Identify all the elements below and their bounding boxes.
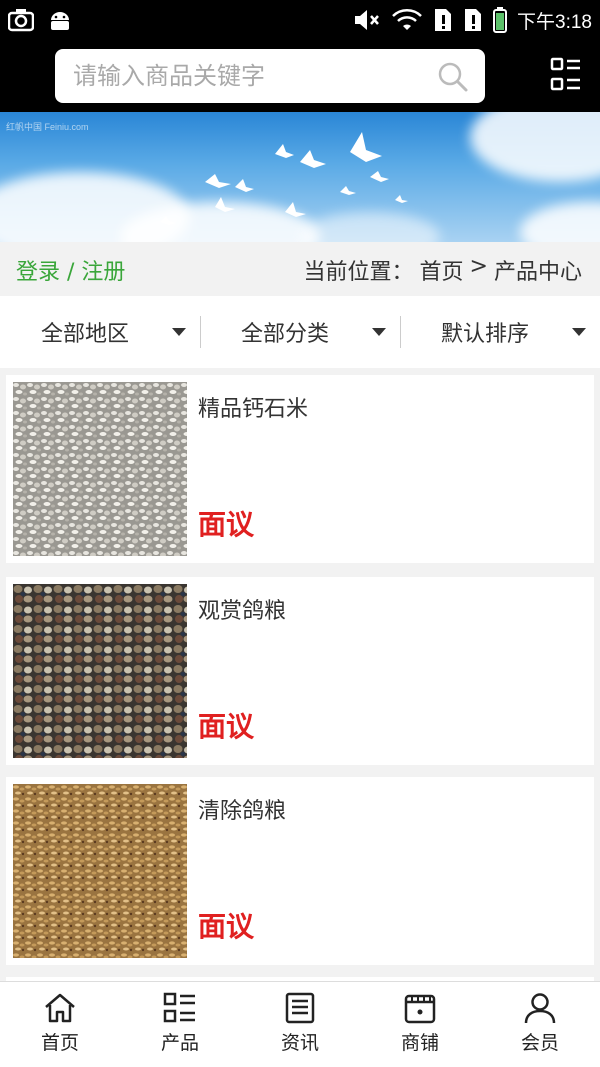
product-price: 面议 <box>198 508 255 541</box>
breadcrumb-separator: > <box>469 254 488 279</box>
mute-icon <box>355 10 379 30</box>
wifi-icon <box>392 9 422 30</box>
filter-sort-dropdown[interactable]: 默认排序 <box>400 296 600 368</box>
filter-region-dropdown[interactable]: 全部地区 <box>0 296 200 368</box>
category-menu-icon[interactable] <box>550 57 582 93</box>
banner-watermark: 红帆中国 Feiniu.com <box>6 122 89 132</box>
screenshot-icon <box>8 9 34 32</box>
breadcrumb-bar: 登录 / 注册 当前位置： 首页 > 产品中心 <box>0 242 600 296</box>
product-price: 面议 <box>198 710 255 743</box>
status-time: 下午3:18 <box>517 11 592 33</box>
tab-member-label: 会员 <box>520 1032 559 1054</box>
sim-icon-2 <box>465 9 482 31</box>
breadcrumb-home-link[interactable]: 首页 <box>420 254 464 286</box>
product-image[interactable] <box>13 584 187 758</box>
caret-down-icon <box>572 328 586 336</box>
tab-stores-label: 商铺 <box>400 1032 439 1054</box>
filter-bar: 全部地区 全部分类 默认排序 <box>0 296 600 368</box>
login-register-link[interactable]: 登录 / 注册 <box>16 254 125 286</box>
filter-category-dropdown[interactable]: 全部分类 <box>200 296 400 368</box>
product-price: 面议 <box>198 910 255 943</box>
product-image[interactable] <box>13 382 187 556</box>
product-image[interactable] <box>13 784 187 958</box>
status-bar: 下午3:18 <box>0 0 600 40</box>
tab-member[interactable]: 会员 <box>480 982 600 1067</box>
filter-category-label: 全部分类 <box>240 322 329 347</box>
home-icon <box>45 993 75 1023</box>
seeds-texture <box>13 584 187 758</box>
search-icon[interactable] <box>437 61 469 93</box>
filter-sort-label: 默认排序 <box>440 322 529 347</box>
battery-icon <box>493 7 508 33</box>
tab-news-label: 资讯 <box>280 1032 319 1054</box>
banner-image[interactable]: 红帆中国 Feiniu.com <box>0 112 600 242</box>
tab-news[interactable]: 资讯 <box>240 982 360 1067</box>
grains-texture <box>13 784 187 958</box>
caret-down-icon <box>172 328 186 336</box>
tab-products[interactable]: 产品 <box>120 982 240 1067</box>
tab-home-label: 首页 <box>40 1032 79 1054</box>
search-box[interactable] <box>55 49 485 103</box>
news-icon <box>285 992 315 1024</box>
breadcrumb-prefix: 当前位置： <box>303 260 414 285</box>
header <box>0 40 600 112</box>
filter-region-label: 全部地区 <box>40 322 129 347</box>
store-icon <box>404 994 436 1024</box>
grit-texture <box>13 382 187 556</box>
search-input[interactable] <box>73 49 423 103</box>
bottom-tab-bar: 首页 产品 资讯 商铺 会员 <box>0 981 600 1067</box>
tab-home[interactable]: 首页 <box>0 982 120 1067</box>
product-name[interactable]: 观赏鸽粮 <box>198 593 286 625</box>
breadcrumb: 当前位置： 首页 > 产品中心 <box>304 254 582 286</box>
android-icon <box>51 12 69 30</box>
tab-products-label: 产品 <box>160 1032 199 1054</box>
tab-stores[interactable]: 商铺 <box>360 982 480 1067</box>
product-name[interactable]: 清除鸽粮 <box>198 793 286 825</box>
breadcrumb-current: 产品中心 <box>493 260 582 285</box>
sim-icon <box>435 9 452 31</box>
product-card[interactable]: 精品钙石米 面议 <box>6 375 594 563</box>
user-icon <box>524 993 556 1024</box>
product-card[interactable]: 清除鸽粮 面议 <box>6 777 594 965</box>
doves-illustration <box>160 132 408 225</box>
product-name[interactable]: 精品钙石米 <box>198 391 308 423</box>
product-card[interactable]: 观赏鸽粮 面议 <box>6 577 594 765</box>
grid-list-icon <box>163 992 195 1023</box>
caret-down-icon <box>372 328 386 336</box>
